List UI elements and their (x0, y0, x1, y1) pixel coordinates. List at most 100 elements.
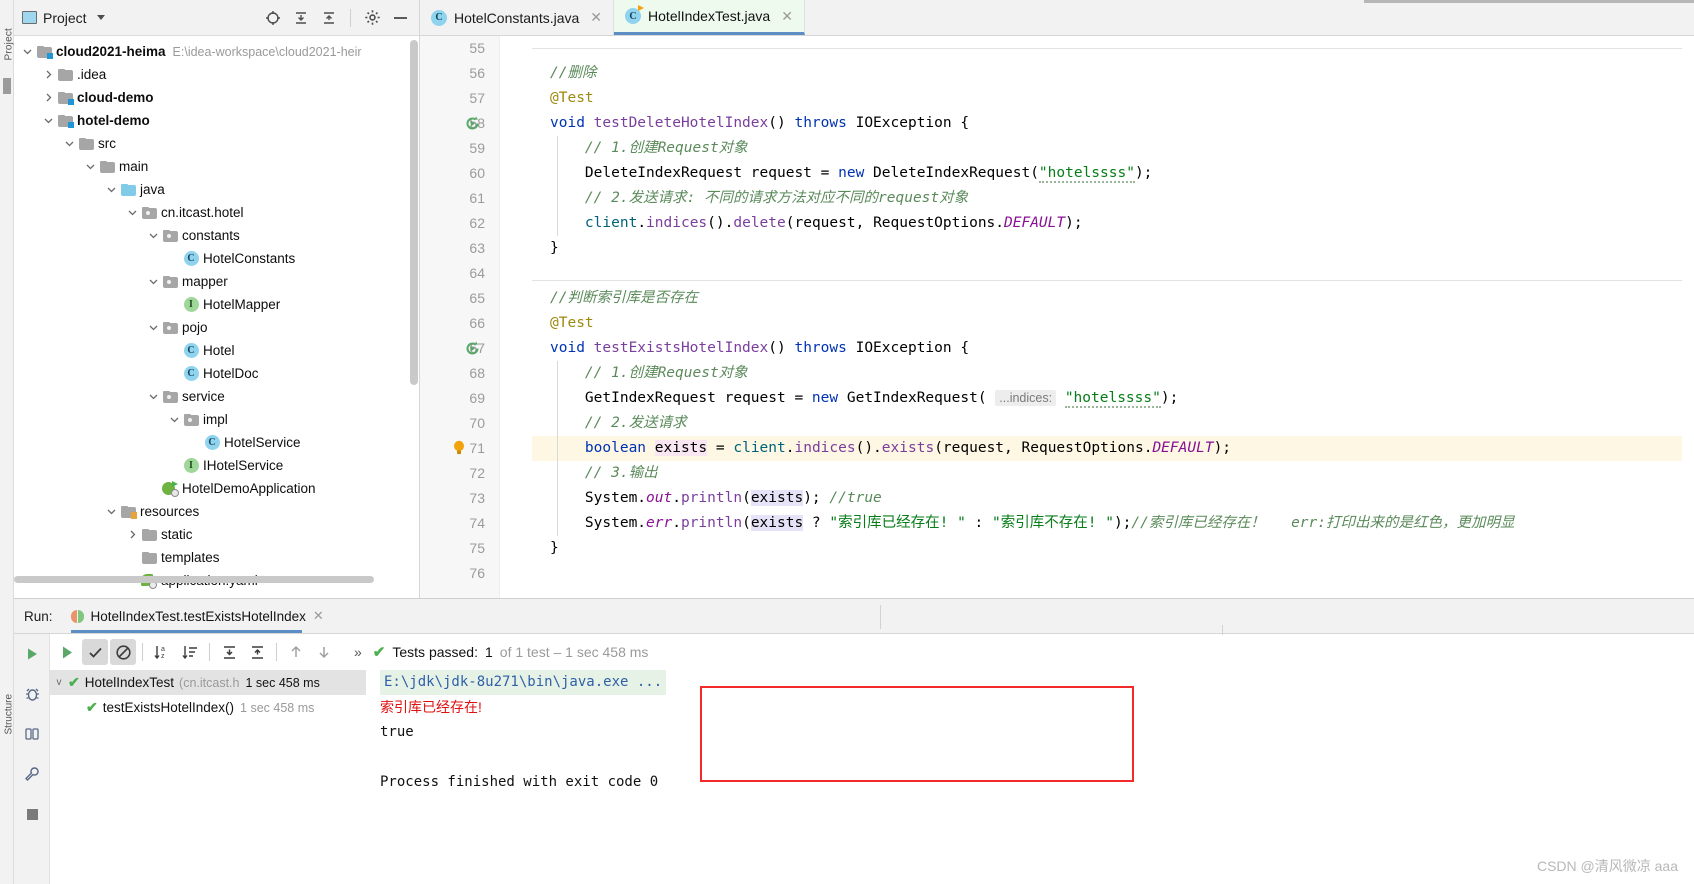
show-passed-icon[interactable] (82, 639, 108, 665)
chevron-down-icon[interactable] (125, 208, 140, 217)
test-results-tree[interactable]: v ✔ HotelIndexTest (cn.itcast.h 1 sec 45… (50, 670, 366, 884)
chevron-down-icon[interactable] (146, 323, 161, 332)
gutter-line-61[interactable]: 61 (420, 186, 499, 211)
tree-node-cn-itcast-hotel[interactable]: cn.itcast.hotel (14, 201, 410, 224)
hide-panel-icon[interactable] (389, 7, 411, 29)
chevron-right-icon[interactable] (125, 530, 140, 539)
tree-node-static[interactable]: static (14, 523, 410, 546)
tree-node-cloud-demo[interactable]: cloud-demo (14, 86, 410, 109)
project-tree-hscrollbar[interactable] (14, 576, 374, 583)
test-tree-row-class[interactable]: v ✔ HotelIndexTest (cn.itcast.h 1 sec 45… (50, 670, 366, 695)
tree-node-impl[interactable]: impl (14, 408, 410, 431)
stop-icon[interactable] (14, 794, 50, 834)
tree-node-templates[interactable]: templates (14, 546, 410, 569)
tree-node-java[interactable]: java (14, 178, 410, 201)
tree-node-mapper[interactable]: mapper (14, 270, 410, 293)
tree-node-hotel-demo[interactable]: hotel-demo (14, 109, 410, 132)
tree-node-hoteldoc[interactable]: C HotelDoc (14, 362, 410, 385)
prev-failed-icon[interactable] (283, 639, 309, 665)
intention-bulb-icon[interactable] (452, 440, 466, 456)
settings-wrench-icon[interactable] (14, 754, 50, 794)
chevron-down-icon[interactable] (104, 507, 119, 516)
tree-node-hotel[interactable]: C Hotel (14, 339, 410, 362)
tree-node-pojo[interactable]: pojo (14, 316, 410, 339)
code-content[interactable]: //删除 @Test void testDeleteHotelIndex() t… (454, 36, 1694, 598)
coverage-icon[interactable] (14, 714, 50, 754)
editor-tab-hotelconstants[interactable]: C HotelConstants.java ✕ (420, 0, 615, 35)
close-icon[interactable]: ✕ (313, 608, 324, 624)
gutter-line-75[interactable]: 75 (420, 536, 514, 561)
chevron-down-icon[interactable] (146, 392, 161, 401)
code-editor[interactable]: 55 56 57 58 59 60 61 62 63 64 65 66 67 68 69 70 71 72 73 74… (420, 36, 1694, 598)
tree-node-hoteldemoapplication[interactable]: HotelDemoApplication (14, 477, 410, 500)
console-output[interactable]: E:\jdk\jdk-8u271\bin\java.exe ... 索引库已经存… (366, 670, 1694, 884)
collapse-all-icon[interactable] (318, 7, 340, 29)
run-config-tab[interactable]: HotelIndexTest.testExistsHotelIndex ✕ (70, 608, 324, 633)
tree-node-ihotelservice[interactable]: I IHotelService (14, 454, 410, 477)
chevron-down-icon[interactable] (62, 139, 77, 148)
gutter-line-63[interactable]: 63 (420, 236, 514, 261)
chevron-down-icon[interactable] (83, 162, 98, 171)
gutter-line-64[interactable]: 64 (420, 261, 499, 286)
next-failed-icon[interactable] (311, 639, 337, 665)
more-icon[interactable]: » (354, 644, 362, 660)
gutter-line-74[interactable]: 74 (420, 511, 499, 536)
chevron-down-icon[interactable] (104, 185, 119, 194)
close-icon[interactable]: ✕ (781, 8, 793, 25)
locate-icon[interactable] (262, 7, 284, 29)
gutter-line-58[interactable]: 58 (420, 111, 514, 136)
sort-by-duration-icon[interactable] (177, 639, 203, 665)
debug-icon[interactable] (14, 674, 50, 714)
chevron-down-icon[interactable] (41, 116, 56, 125)
tree-node-constants[interactable]: constants (14, 224, 410, 247)
gutter-line-62[interactable]: 62 (420, 211, 499, 236)
tree-node-service[interactable]: service (14, 385, 410, 408)
sidebar-tab-structure[interactable]: Structure (4, 677, 15, 735)
run-icon[interactable] (14, 634, 50, 674)
expand-all-icon[interactable] (216, 639, 242, 665)
gutter-line-57[interactable]: 57 (420, 86, 499, 111)
editor-tab-hotelindextest[interactable]: C HotelIndexTest.java ✕ (614, 0, 805, 35)
gutter-line-67[interactable]: 67 (420, 336, 514, 361)
project-tree[interactable]: cloud2021-heima E:\idea-workspace\cloud20… (14, 36, 410, 598)
tree-node-hotelconstants[interactable]: C HotelConstants (14, 247, 410, 270)
rerun-icon[interactable] (54, 639, 80, 665)
gutter-line-70[interactable]: 70 (420, 411, 499, 436)
run-test-gutter-icon[interactable] (464, 115, 481, 132)
gutter-line-66[interactable]: 66 (420, 311, 499, 336)
gutter-line-59[interactable]: 59 (420, 136, 499, 161)
collapse-all-icon[interactable] (244, 639, 270, 665)
run-test-gutter-icon[interactable] (464, 340, 481, 357)
gutter-line-72[interactable]: 72 (420, 461, 499, 486)
chevron-right-icon[interactable] (41, 93, 56, 102)
chevron-down-icon[interactable] (146, 277, 161, 286)
gutter-line-73[interactable]: 73 (420, 486, 499, 511)
gutter-line-69[interactable]: 69 (420, 386, 499, 411)
test-tree-row-method[interactable]: ✔ testExistsHotelIndex() 1 sec 458 ms (50, 695, 366, 720)
gutter-line-65[interactable]: 65 (420, 286, 499, 311)
gutter-line-55[interactable]: 55 (420, 36, 499, 61)
gutter-line-60[interactable]: 60 (420, 161, 499, 186)
chevron-down-icon[interactable] (20, 47, 35, 56)
tree-node-main[interactable]: main (14, 155, 410, 178)
project-tree-scrollbar[interactable] (410, 40, 418, 385)
gutter-line-76[interactable]: 76 (420, 561, 499, 586)
chevron-down-icon[interactable]: v (50, 677, 68, 688)
tree-node-hotelmapper[interactable]: I HotelMapper (14, 293, 410, 316)
settings-gear-icon[interactable] (361, 7, 383, 29)
sort-alphabetically-icon[interactable]: az (149, 639, 175, 665)
expand-all-icon[interactable] (290, 7, 312, 29)
tree-node-resources[interactable]: resources (14, 500, 410, 523)
tree-node-src[interactable]: src (14, 132, 410, 155)
editor-gutter[interactable]: 55 56 57 58 59 60 61 62 63 64 65 66 67 68 69 70 71 72 73 74… (420, 36, 514, 598)
sidebar-tab-project[interactable]: Project (4, 7, 15, 61)
tree-node-hotelservice[interactable]: C HotelService (14, 431, 410, 454)
editor-fold-strip[interactable] (500, 36, 532, 598)
chevron-down-icon[interactable] (146, 231, 161, 240)
gutter-line-56[interactable]: 56 (420, 61, 499, 86)
close-icon[interactable]: ✕ (590, 9, 602, 26)
chevron-down-icon[interactable] (167, 415, 182, 424)
hide-ignored-icon[interactable] (110, 639, 136, 665)
chevron-down-icon[interactable] (96, 15, 105, 20)
tree-node--idea[interactable]: .idea (14, 63, 410, 86)
